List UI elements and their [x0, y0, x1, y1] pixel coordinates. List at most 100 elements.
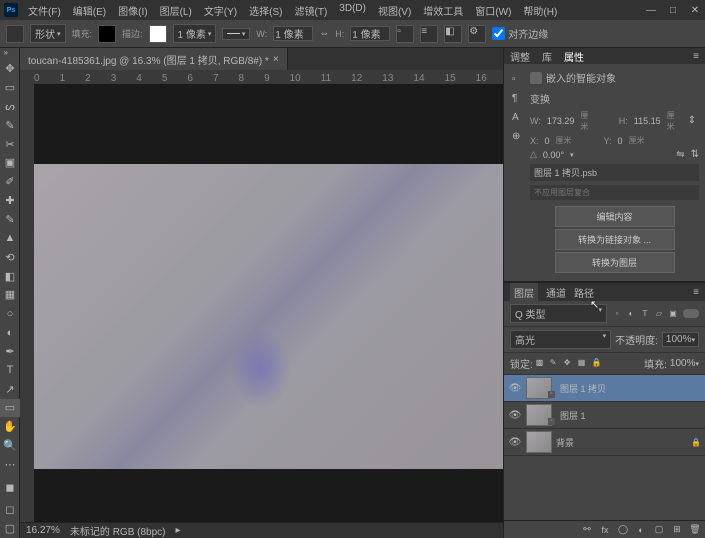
new-adjustment-icon[interactable]: ◐: [635, 524, 647, 536]
filter-smart-icon[interactable]: ▣: [667, 308, 679, 320]
layer-fx-icon[interactable]: fx: [599, 524, 611, 536]
delete-layer-icon[interactable]: 🗑: [689, 524, 701, 536]
filter-pixel-icon[interactable]: ▫: [611, 308, 623, 320]
width-input[interactable]: [273, 26, 313, 41]
filter-toggle[interactable]: [683, 309, 699, 318]
new-layer-icon[interactable]: ⊞: [671, 524, 683, 536]
eraser-tool[interactable]: ◧: [0, 267, 20, 286]
quickmask-toggle[interactable]: ◻: [0, 500, 20, 519]
eyedropper-tool[interactable]: ✐: [0, 172, 20, 191]
menu-plugins[interactable]: 增效工具: [417, 1, 469, 20]
canvas[interactable]: [34, 84, 503, 522]
align-edges-checkbox[interactable]: 对齐边缘: [492, 26, 548, 41]
lock-nest-icon[interactable]: ▦: [578, 358, 589, 369]
prop-y-value[interactable]: 0: [618, 136, 623, 146]
tab-layers[interactable]: 图层: [510, 283, 538, 302]
layers-panel-menu-icon[interactable]: ≡: [693, 287, 699, 298]
lock-pos-icon[interactable]: ✥: [564, 358, 575, 369]
stroke-swatch[interactable]: [149, 25, 167, 43]
zoom-level[interactable]: 16.27%: [26, 525, 60, 536]
panel-tool-icon-1[interactable]: ▫: [512, 74, 528, 85]
filter-type-icon[interactable]: T: [639, 308, 651, 320]
doc-info[interactable]: 未标记的 RGB (8bpc): [70, 523, 166, 538]
panel-tab-adjust[interactable]: 调整: [510, 49, 530, 64]
gradient-tool[interactable]: ▦: [0, 285, 20, 304]
menu-filter[interactable]: 滤镜(T): [289, 1, 334, 20]
layer-thumbnail[interactable]: [526, 431, 552, 453]
wand-tool[interactable]: ✎: [0, 116, 20, 135]
heal-tool[interactable]: ✚: [0, 191, 20, 210]
panel-tool-icon-2[interactable]: ¶: [512, 93, 528, 104]
lasso-tool[interactable]: ᔕ: [0, 97, 20, 116]
maximize-button[interactable]: □: [667, 4, 679, 16]
menu-view[interactable]: 视图(V): [372, 1, 417, 20]
fill-opacity-dropdown[interactable]: 100%▾: [670, 358, 699, 369]
layer-item[interactable]: 👁 背景 🔒: [504, 429, 705, 456]
close-tab-icon[interactable]: ×: [273, 54, 279, 65]
blur-tool[interactable]: ○: [0, 304, 20, 323]
dodge-tool[interactable]: ◐: [0, 323, 20, 342]
layer-name[interactable]: 背景: [556, 436, 687, 449]
frame-tool[interactable]: ▣: [0, 154, 20, 173]
tab-channels[interactable]: 通道: [546, 285, 566, 300]
menu-select[interactable]: 选择(S): [243, 1, 288, 20]
path-arrange-icon[interactable]: ◧: [444, 25, 462, 43]
filter-adjust-icon[interactable]: ◐: [625, 308, 637, 320]
link-wh-icon[interactable]: ⇔: [319, 28, 329, 39]
menu-file[interactable]: 文件(F): [22, 1, 67, 20]
link-dims-icon[interactable]: ⇕: [688, 115, 699, 127]
type-tool[interactable]: T: [0, 361, 20, 380]
menu-help[interactable]: 帮助(H): [517, 1, 563, 20]
pen-tool[interactable]: ✒: [0, 342, 20, 361]
move-tool[interactable]: ✥: [0, 59, 20, 78]
layer-name[interactable]: 图层 1 拷贝: [560, 382, 701, 395]
flip-h-icon[interactable]: ⇋: [676, 149, 684, 160]
convert-to-layer-button[interactable]: 转换为图层: [555, 252, 675, 273]
minimize-button[interactable]: —: [645, 4, 657, 16]
visibility-toggle[interactable]: 👁: [508, 410, 522, 421]
menu-window[interactable]: 窗口(W): [469, 1, 517, 20]
menu-image[interactable]: 图像(I): [112, 1, 153, 20]
document-tab[interactable]: toucan-4185361.jpg @ 16.3% (图层 1 拷贝, RGB…: [20, 48, 288, 70]
close-button[interactable]: ✕: [689, 4, 701, 16]
rectangle-tool[interactable]: ▭: [0, 399, 20, 418]
flip-v-icon[interactable]: ⇅: [691, 149, 699, 160]
ruler-vertical[interactable]: [20, 84, 34, 522]
path-align-icon[interactable]: ≡: [420, 25, 438, 43]
path-ops-icon[interactable]: ▫: [396, 25, 414, 43]
panel-tool-icon-4[interactable]: ⊕: [512, 131, 528, 142]
visibility-toggle[interactable]: 👁: [508, 437, 522, 448]
link-layers-icon[interactable]: ⚯: [581, 524, 593, 536]
stamp-tool[interactable]: ▲: [0, 229, 20, 248]
panel-tool-icon-3[interactable]: A: [512, 112, 528, 123]
hand-tool[interactable]: ✋: [0, 417, 20, 436]
lock-all-icon[interactable]: 🔒: [592, 358, 603, 369]
tool-preset[interactable]: [6, 25, 24, 43]
layer-filter-dropdown[interactable]: Q 类型▾: [510, 304, 607, 323]
edit-contents-button[interactable]: 编辑内容: [555, 206, 675, 227]
shape-mode-dropdown[interactable]: 形状▾: [30, 24, 66, 43]
height-input[interactable]: [350, 26, 390, 41]
panel-menu-icon[interactable]: ≡: [693, 51, 699, 62]
path-tool[interactable]: ↗: [0, 380, 20, 399]
zoom-tool[interactable]: 🔍: [0, 436, 20, 455]
panel-tab-library[interactable]: 库: [542, 49, 552, 64]
opacity-dropdown[interactable]: 100%▾: [662, 332, 699, 347]
gear-icon[interactable]: ⚙: [468, 25, 486, 43]
crop-tool[interactable]: ✂: [0, 135, 20, 154]
filter-shape-icon[interactable]: ▱: [653, 308, 665, 320]
lock-trans-icon[interactable]: ▩: [536, 358, 547, 369]
prop-x-value[interactable]: 0: [545, 136, 550, 146]
history-brush-tool[interactable]: ⟲: [0, 248, 20, 267]
marquee-tool[interactable]: ▭: [0, 78, 20, 97]
stroke-width-dropdown[interactable]: 1 像素▾: [173, 24, 217, 43]
brush-tool[interactable]: ✎: [0, 210, 20, 229]
stroke-style-dropdown[interactable]: ▾: [222, 28, 250, 40]
convert-to-linked-button[interactable]: 转换为链接对象 ...: [555, 229, 675, 250]
layer-item[interactable]: 👁 ▫ 图层 1 拷贝: [504, 375, 705, 402]
menu-edit[interactable]: 编辑(E): [67, 1, 112, 20]
lock-pixels-icon[interactable]: ✎: [550, 358, 561, 369]
add-mask-icon[interactable]: ◯: [617, 524, 629, 536]
prop-width-value[interactable]: 173.29: [547, 116, 575, 126]
edit-toolbar[interactable]: ⋯: [0, 455, 20, 474]
